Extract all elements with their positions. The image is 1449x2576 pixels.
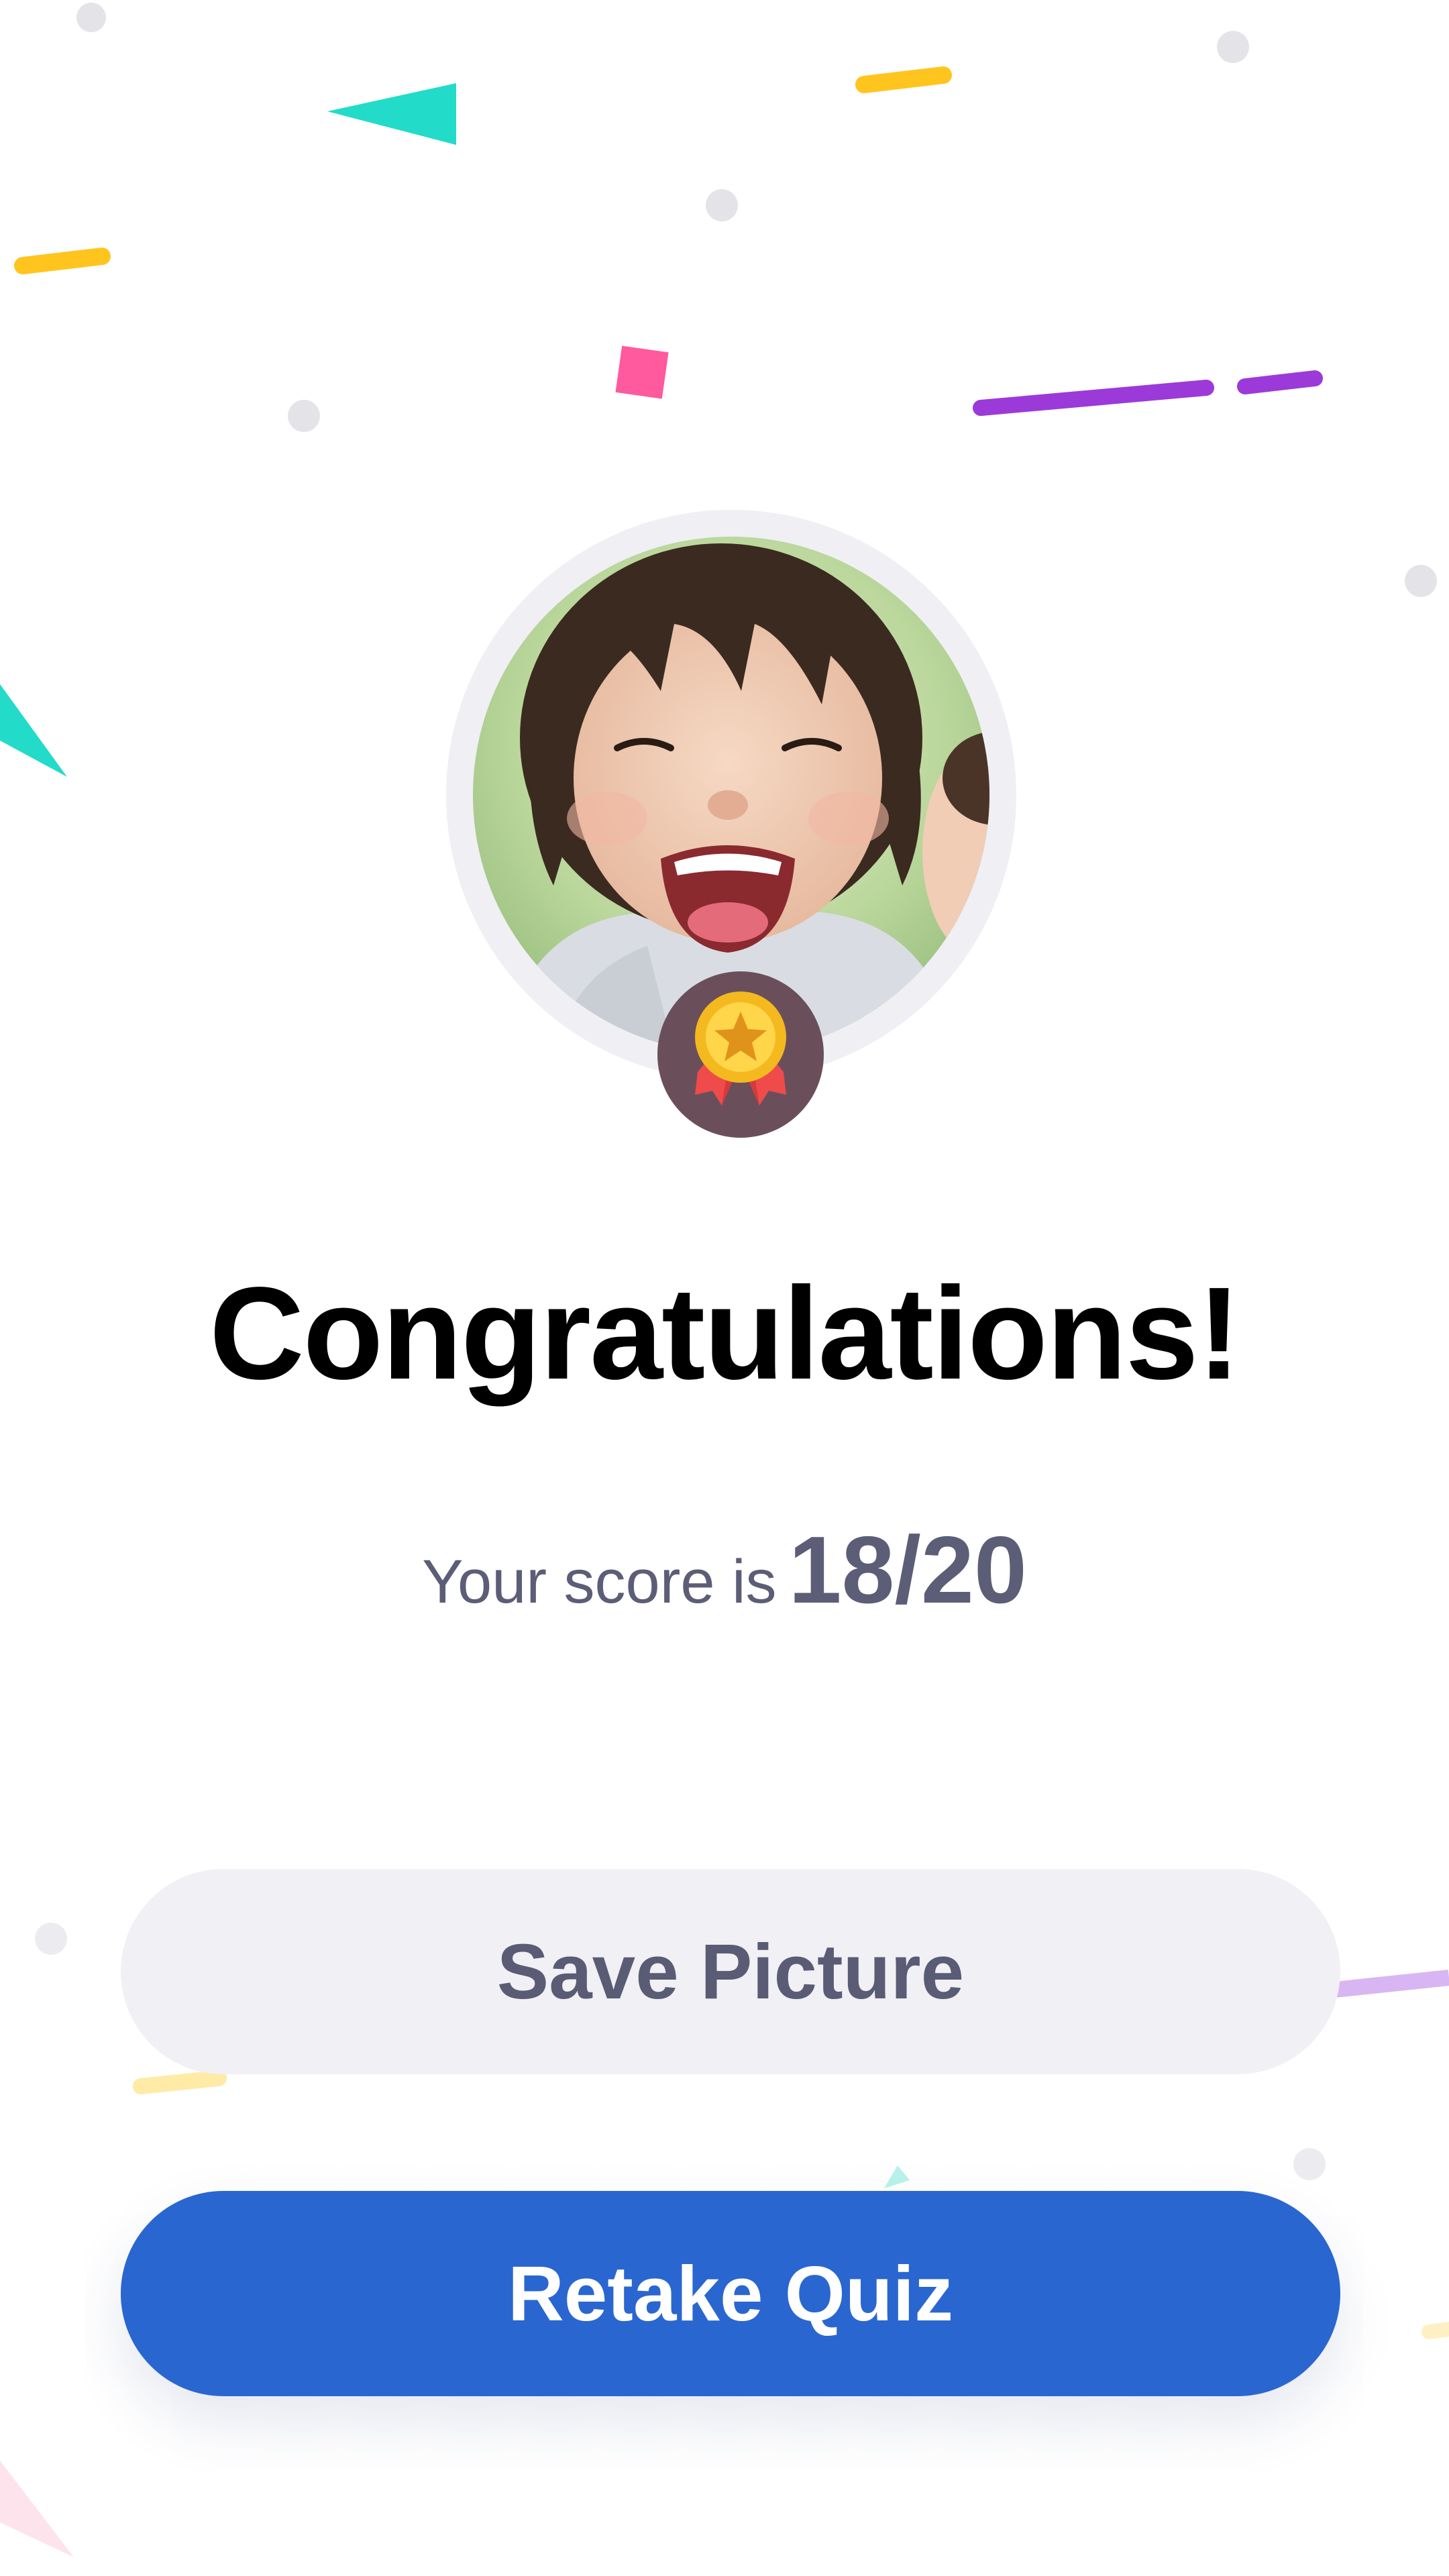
congratulations-title: Congratulations! xyxy=(209,1260,1241,1407)
confetti-bar xyxy=(1334,1970,1449,1998)
confetti-dash xyxy=(1421,2322,1449,2339)
medal-icon xyxy=(657,971,824,1138)
confetti-dash xyxy=(14,248,111,274)
confetti-bar xyxy=(973,380,1214,416)
confetti-dash xyxy=(855,66,952,93)
quiz-result-screen: Congratulations! Your score is 18/20 Save… xyxy=(0,0,1449,2576)
confetti-dot xyxy=(1293,2148,1326,2180)
confetti-triangle xyxy=(884,2165,910,2188)
confetti-bar xyxy=(1237,370,1323,394)
confetti-dot xyxy=(1217,31,1249,63)
confetti-dot xyxy=(706,189,738,221)
confetti-dot xyxy=(76,3,106,32)
confetti-dot xyxy=(35,1923,67,1955)
score-label: Your score is xyxy=(422,1548,777,1616)
confetti-dot xyxy=(1405,565,1437,597)
confetti-dash xyxy=(133,2070,227,2094)
confetti-triangle xyxy=(327,83,456,145)
confetti-dot xyxy=(288,400,320,432)
score-text: Your score is 18/20 xyxy=(0,1523,1449,1618)
confetti-triangle xyxy=(0,2461,74,2557)
confetti-triangle xyxy=(0,684,67,777)
score-value: 18/20 xyxy=(788,1517,1027,1623)
save-picture-button[interactable]: Save Picture xyxy=(121,1869,1340,2074)
confetti-square xyxy=(615,345,669,399)
retake-quiz-button[interactable]: Retake Quiz xyxy=(121,2191,1340,2396)
